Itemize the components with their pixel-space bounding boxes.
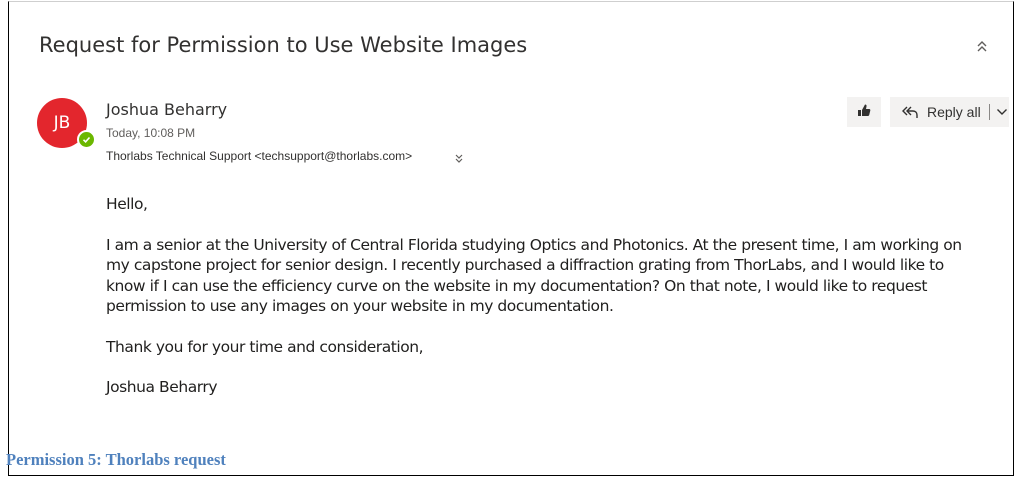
- figure-caption: Permission 5: Thorlabs request: [6, 450, 226, 469]
- chevron-down-icon[interactable]: [996, 104, 1008, 120]
- body-signature: Joshua Beharry: [106, 378, 218, 396]
- sent-time: Today, 10:08 PM: [106, 126, 196, 140]
- sender-name[interactable]: Joshua Beharry: [106, 100, 227, 119]
- body-paragraph: I am a senior at the University of Centr…: [106, 235, 962, 316]
- avatar-initials: JB: [53, 113, 71, 133]
- reply-all-label: Reply all: [927, 104, 981, 120]
- like-icon: [856, 102, 872, 123]
- reply-all-icon: [901, 104, 919, 120]
- reply-all-button[interactable]: Reply all: [890, 97, 1009, 127]
- presence-available-icon: [77, 130, 96, 149]
- button-separator: [988, 104, 990, 120]
- like-button[interactable]: [847, 97, 881, 127]
- recipients[interactable]: Thorlabs Technical Support <techsupport@…: [106, 149, 412, 163]
- email-reading-pane: Request for Permission to Use Website Im…: [8, 1, 1014, 476]
- email-body: Hello, I am a senior at the University o…: [106, 194, 986, 418]
- body-closing: Thank you for your time and consideratio…: [106, 337, 424, 356]
- body-greeting: Hello,: [106, 195, 148, 213]
- email-subject: Request for Permission to Use Website Im…: [39, 33, 528, 57]
- expand-recipients-icon[interactable]: [454, 151, 464, 163]
- collapse-icon[interactable]: [975, 38, 989, 54]
